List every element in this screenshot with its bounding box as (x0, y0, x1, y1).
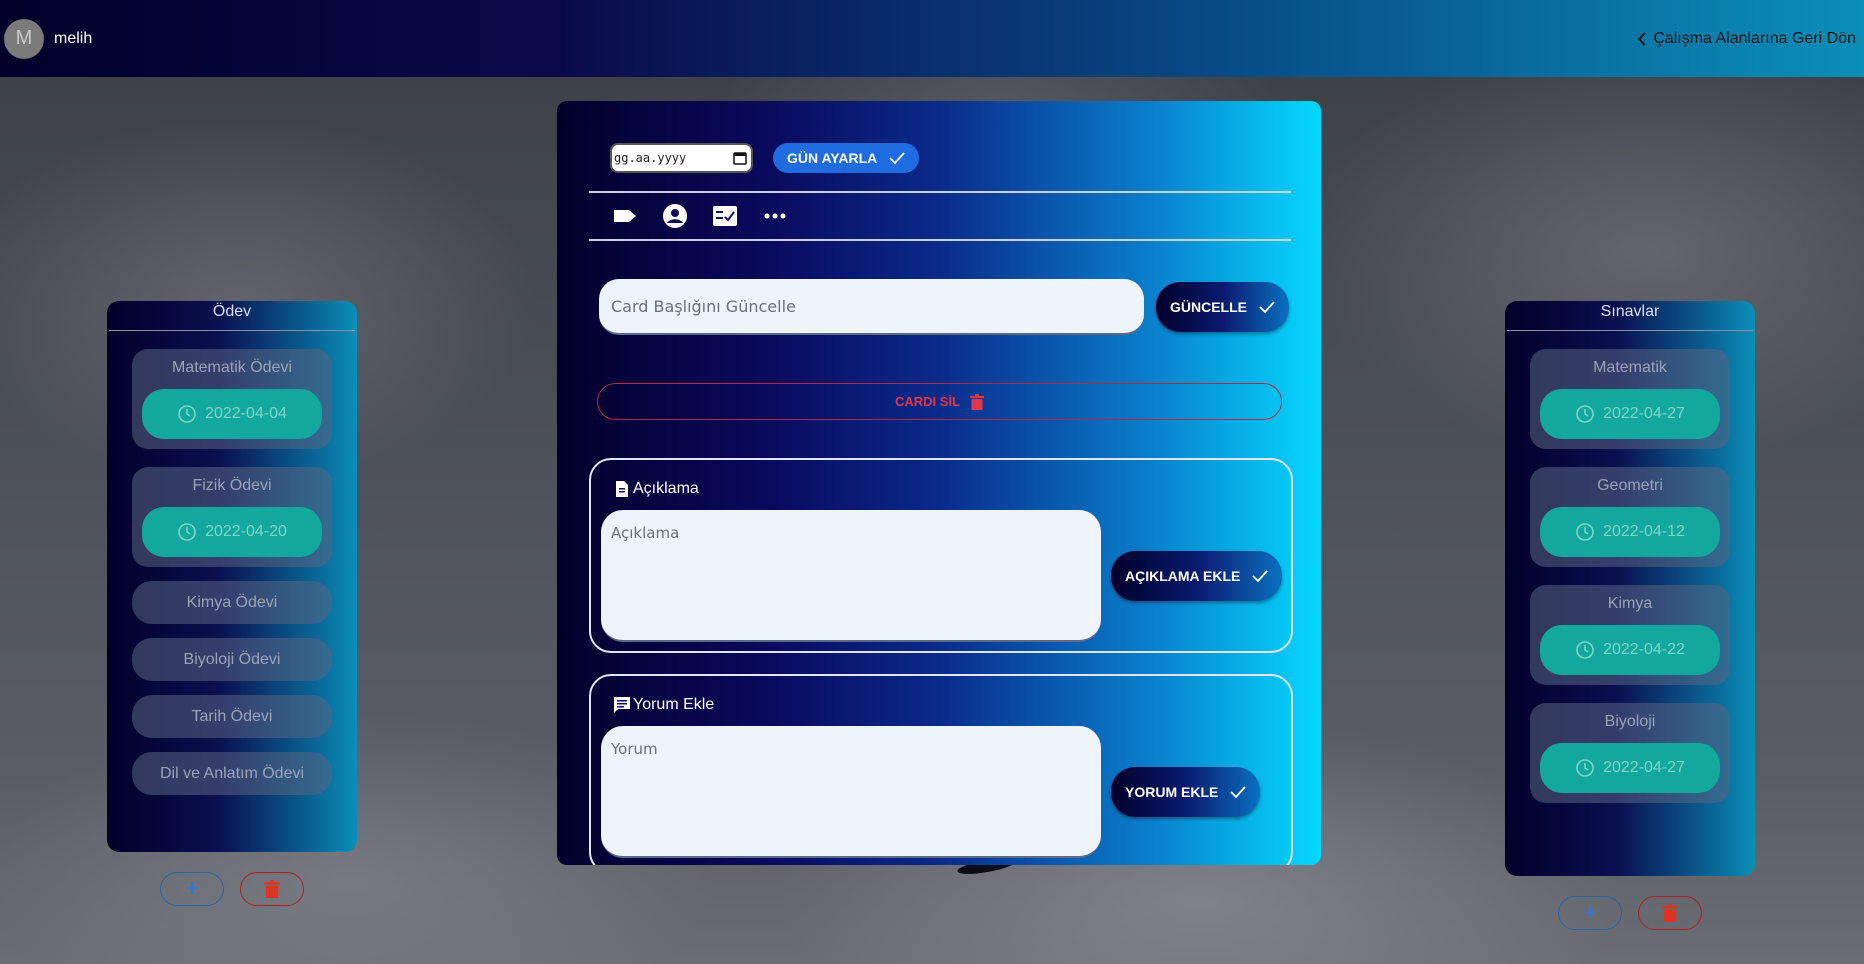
comment-icon (614, 697, 630, 713)
title-update-row: Card Başlığını Güncelle GÜNCELLE (599, 279, 1289, 335)
list-card[interactable]: Biyoloji Ödevi (132, 638, 332, 681)
card-title: Matematik Ödevi (171, 359, 293, 376)
calendar-icon (733, 152, 747, 165)
description-section: Açıklama Açıklama AÇIKLAMA EKLE (589, 458, 1293, 653)
list-card[interactable]: Biyoloji 2022-04-27 (1530, 703, 1730, 803)
list-column-sinavlar: Sınavlar Matematik 2022-04-27 Geometri 2… (1505, 301, 1755, 876)
delete-column-button[interactable] (240, 872, 304, 906)
clock-icon (178, 405, 196, 423)
card-title: Matematik (1593, 359, 1667, 376)
more-options-icon[interactable] (762, 203, 788, 229)
card-title: Biyoloji (1604, 713, 1656, 730)
due-date-chip: 2022-04-12 (1540, 507, 1720, 557)
date-row: gg.aa.yyyy GÜN AYARLA (610, 143, 920, 173)
list-card[interactable]: Fizik Ödevi 2022-04-20 (132, 467, 332, 567)
add-description-label: AÇIKLAMA EKLE (1125, 568, 1241, 584)
add-comment-button[interactable]: YORUM EKLE (1111, 767, 1261, 817)
clock-icon (1576, 759, 1594, 777)
check-icon (889, 152, 905, 165)
list-card[interactable]: Geometri 2022-04-12 (1530, 467, 1730, 567)
divider (589, 239, 1291, 241)
date-input-placeholder: gg.aa.yyyy (614, 151, 687, 165)
right-column-actions: + (1558, 896, 1702, 930)
clock-icon (1576, 523, 1594, 541)
list-card[interactable]: Tarih Ödevi (132, 695, 332, 738)
check-icon (1230, 786, 1247, 799)
due-date: 2022-04-22 (1603, 641, 1685, 658)
back-to-workspaces-link[interactable]: Çalışma Alanlarına Geri Dön (1635, 30, 1856, 48)
list-card[interactable]: Matematik 2022-04-27 (1530, 349, 1730, 449)
checklist-icon[interactable] (712, 203, 738, 229)
due-date: 2022-04-20 (205, 523, 287, 540)
card-title-input[interactable]: Card Başlığını Güncelle (599, 279, 1144, 335)
add-card-button[interactable]: + (1558, 896, 1622, 930)
top-bar: M melih Çalışma Alanlarına Geri Dön (0, 0, 1864, 77)
delete-card-label: CARDI SİL (895, 394, 960, 409)
trash-icon (264, 880, 280, 898)
back-link-label: Çalışma Alanlarına Geri Dön (1653, 29, 1856, 47)
column-title: Sınavlar (1507, 301, 1753, 331)
description-heading-label: Açıklama (633, 480, 699, 497)
username: melih (54, 29, 93, 47)
update-label: GÜNCELLE (1170, 299, 1247, 315)
comment-textarea[interactable]: Yorum (601, 726, 1101, 858)
list-column-odev: Ödev Matematik Ödevi 2022-04-04 Fizik Öd… (107, 301, 357, 852)
toolbar-icons (612, 203, 788, 229)
comment-section: Yorum Ekle Yorum YORUM EKLE (589, 674, 1293, 865)
trash-icon (1662, 904, 1678, 922)
list-card[interactable]: Kimya 2022-04-22 (1530, 585, 1730, 685)
add-comment-label: YORUM EKLE (1125, 784, 1219, 800)
due-date: 2022-04-12 (1603, 523, 1685, 540)
delete-card-button[interactable]: CARDI SİL (597, 383, 1282, 420)
set-day-button[interactable]: GÜN AYARLA (773, 143, 920, 173)
card-detail-modal: gg.aa.yyyy GÜN AYARLA Card Başlığını Gün… (557, 101, 1321, 865)
user-info: M melih (4, 18, 93, 59)
trash-icon (970, 393, 984, 410)
card-title: Geometri (1597, 477, 1663, 494)
comment-heading: Yorum Ekle (613, 696, 714, 714)
column-title: Ödev (109, 301, 355, 331)
due-date-chip: 2022-04-27 (1540, 743, 1720, 793)
member-icon[interactable] (662, 203, 688, 229)
description-heading: Açıklama (613, 480, 699, 498)
chevron-left-icon (1638, 31, 1646, 46)
update-title-button[interactable]: GÜNCELLE (1156, 282, 1289, 332)
plus-icon: + (184, 875, 199, 902)
check-icon (1259, 301, 1275, 314)
avatar[interactable]: M (4, 18, 44, 59)
list-card[interactable]: Dil ve Anlatım Ödevi (132, 752, 332, 795)
clock-icon (1576, 405, 1594, 423)
clock-icon (178, 523, 196, 541)
due-date: 2022-04-27 (1603, 759, 1685, 776)
delete-column-button[interactable] (1638, 896, 1702, 930)
list-card[interactable]: Kimya Ödevi (132, 581, 332, 624)
plus-icon: + (1582, 899, 1597, 926)
left-column-actions: + (160, 872, 304, 906)
comment-heading-label: Yorum Ekle (633, 696, 715, 713)
add-description-button[interactable]: AÇIKLAMA EKLE (1111, 551, 1283, 601)
label-tag-icon[interactable] (612, 203, 638, 229)
due-date-chip: 2022-04-20 (142, 507, 322, 557)
set-day-label: GÜN AYARLA (787, 150, 878, 166)
check-icon (1252, 570, 1269, 583)
divider (589, 191, 1291, 193)
card-title: Kimya (1607, 595, 1653, 612)
card-title: Fizik Ödevi (192, 477, 272, 494)
due-date: 2022-04-27 (1603, 405, 1685, 422)
due-date-chip: 2022-04-27 (1540, 389, 1720, 439)
due-date-chip: 2022-04-22 (1540, 625, 1720, 675)
due-date-chip: 2022-04-04 (142, 389, 322, 439)
due-date: 2022-04-04 (205, 405, 287, 422)
description-textarea[interactable]: Açıklama (601, 510, 1101, 642)
date-input[interactable]: gg.aa.yyyy (610, 143, 753, 173)
document-icon (616, 481, 628, 497)
list-card[interactable]: Matematik Ödevi 2022-04-04 (132, 349, 332, 449)
add-card-button[interactable]: + (160, 872, 224, 906)
clock-icon (1576, 641, 1594, 659)
